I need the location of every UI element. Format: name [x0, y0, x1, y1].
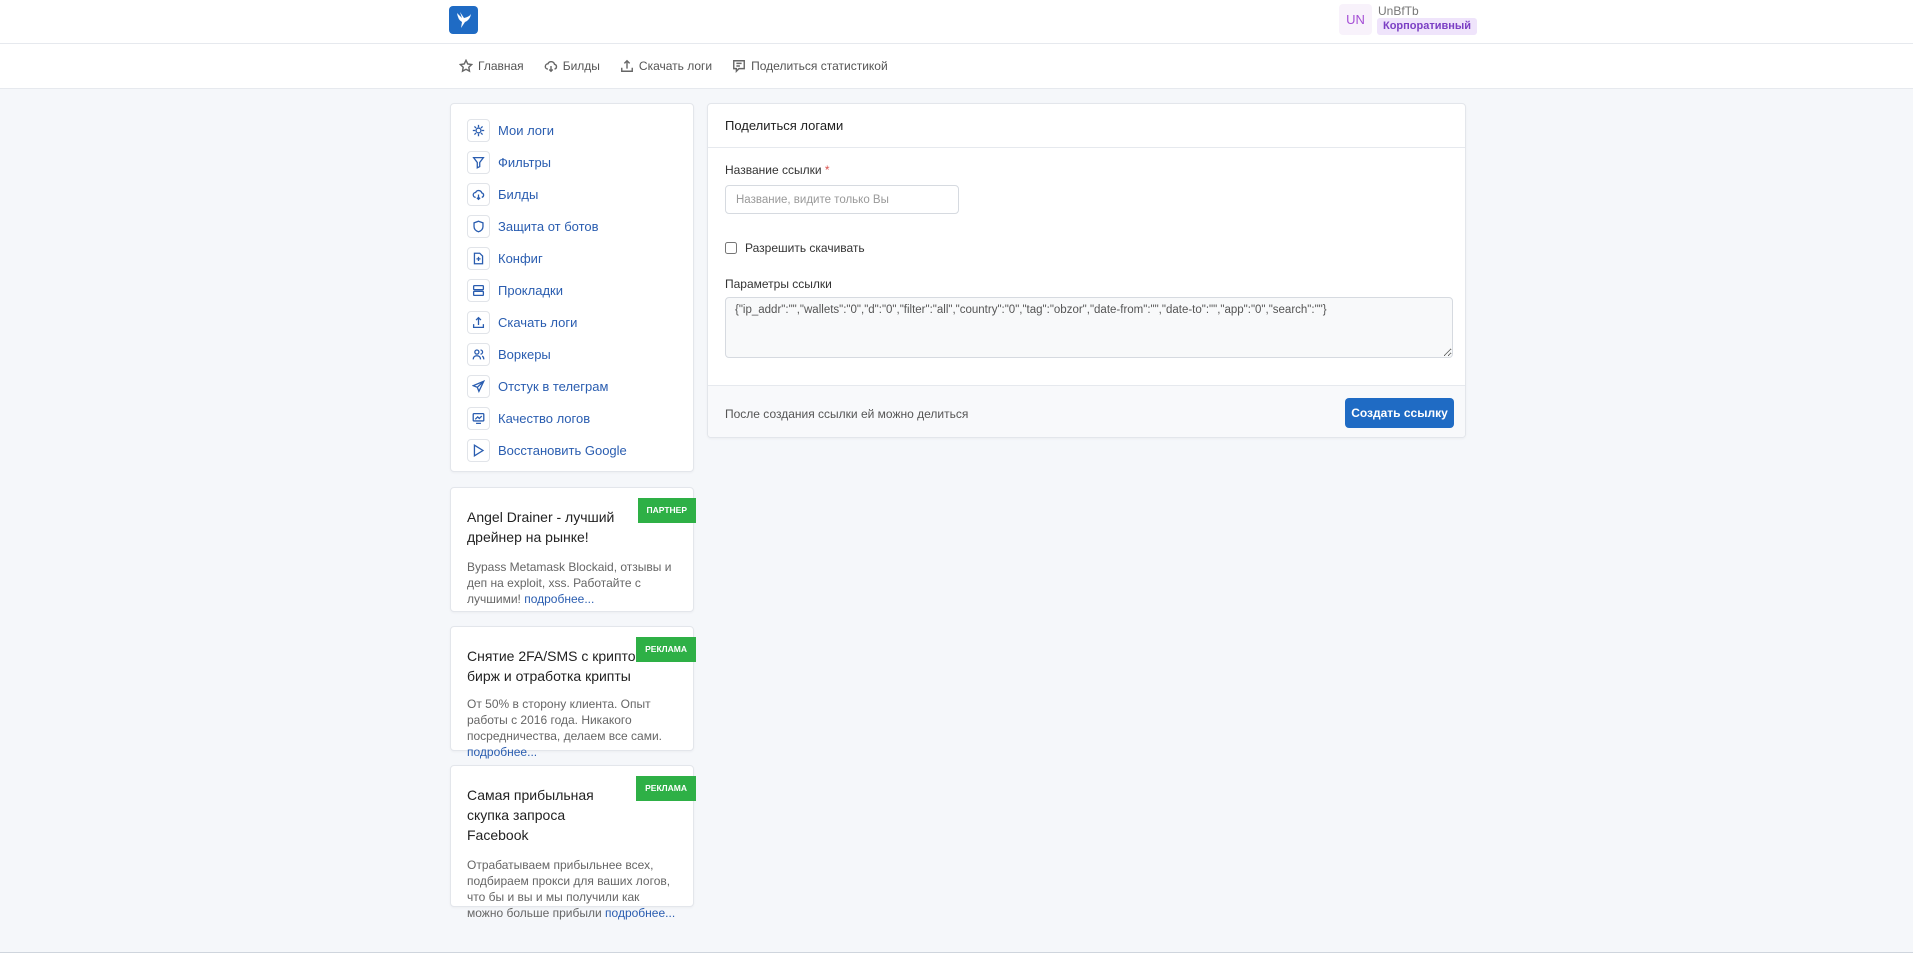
sidebar-menu: Мои логи Фильтры Билды Защита от ботов К… [450, 103, 694, 472]
ad-badge: РЕКЛАМА [636, 637, 696, 662]
cloud-download-icon [544, 61, 557, 73]
file-icon [473, 252, 484, 264]
cloud-download-icon [472, 189, 485, 200]
ad-card: РЕКЛАМА Самая прибыльная скупка запроса … [450, 765, 696, 920]
link-name-label: Название ссылки * [725, 163, 830, 177]
username: UnBfTb [1378, 4, 1419, 18]
create-link-button[interactable]: Создать ссылку [1345, 398, 1454, 428]
sidebar-label: Билды [498, 186, 539, 202]
sidebar-item-telegram[interactable]: Отстук в телеграм [467, 370, 677, 402]
card-title: Поделиться логами [708, 104, 1465, 148]
footer-hint: После создания ссылки ей можно делиться [725, 407, 969, 421]
checkbox[interactable] [725, 242, 737, 254]
logo[interactable] [449, 6, 478, 34]
nav-share-stats[interactable]: Поделиться статистикой [732, 59, 888, 73]
allow-download-checkbox[interactable]: Разрешить скачивать [725, 241, 865, 255]
sidebar-label: Качество логов [498, 410, 591, 426]
checkbox-label: Разрешить скачивать [745, 241, 865, 255]
partner-badge: ПАРТНЕР [637, 498, 696, 523]
ad-more-link[interactable]: подробнее... [605, 906, 675, 920]
upload-icon [472, 316, 485, 328]
nav-label: Скачать логи [638, 59, 713, 73]
label-text: Название ссылки [725, 163, 822, 177]
shield-icon [473, 220, 484, 232]
ad-more-link[interactable]: подробнее... [524, 592, 594, 606]
nav-home[interactable]: Главная [459, 59, 524, 73]
filter-icon [472, 156, 485, 169]
sidebar-label: Скачать логи [498, 314, 578, 330]
ad-card: ПАРТНЕР Angel Drainer - лучший дрейнер н… [450, 487, 696, 612]
sidebar-label: Отстук в телеграм [498, 378, 609, 394]
ad-title: Angel Drainer - лучший дрейнер на рынке! [467, 509, 615, 545]
sidebar-label: Мои логи [498, 122, 555, 138]
ad-body: От 50% в сторону клиента. Опыт работы с … [467, 697, 663, 743]
sidebar-label: Воркеры [498, 346, 551, 362]
sidebar-item-my-logs[interactable]: Мои логи [467, 114, 677, 146]
monitor-chart-icon [472, 412, 485, 424]
nav-builds[interactable]: Билды [544, 59, 600, 73]
sidebar-item-filters[interactable]: Фильтры [467, 146, 677, 178]
card-footer: После создания ссылки ей можно делиться … [708, 385, 1465, 437]
bug-gear-icon [472, 124, 485, 136]
share-logs-card: Поделиться логами Название ссылки * Разр… [707, 103, 1466, 438]
ad-card: РЕКЛАМА Снятие 2FA/SMS с крипто-бирж и о… [450, 626, 696, 759]
ad-text: Bypass Metamask Blockaid, отзывы и деп н… [467, 559, 677, 607]
top-header: UN UnBfTb Корпоративный [0, 0, 1913, 44]
sidebar-label: Фильтры [498, 154, 552, 170]
sidebar-item-workers[interactable]: Воркеры [467, 338, 677, 370]
sidebar-label: Прокладки [498, 282, 563, 298]
sidebar-item-config[interactable]: Конфиг [467, 242, 677, 274]
bird-icon [456, 12, 471, 28]
sidebar-item-download-logs[interactable]: Скачать логи [467, 306, 677, 338]
nav-label: Главная [478, 59, 524, 73]
sidebar-item-proxies[interactable]: Прокладки [467, 274, 677, 306]
avatar[interactable]: UN [1339, 4, 1372, 35]
nav-download-logs[interactable]: Скачать логи [620, 59, 712, 73]
sidebar-label: Защита от ботов [498, 218, 599, 234]
top-nav: Главная Билды Скачать логи Поделиться ст… [0, 44, 1913, 89]
sidebar-label: Конфиг [498, 250, 543, 266]
sidebar-label: Восстановить Google [498, 442, 627, 458]
sidebar-item-builds[interactable]: Билды [467, 178, 677, 210]
upload-icon [620, 59, 633, 72]
play-icon [473, 443, 485, 457]
plan-badge: Корпоративный [1377, 18, 1478, 35]
server-icon [472, 284, 485, 296]
sidebar-item-log-quality[interactable]: Качество логов [467, 402, 677, 434]
ad-more-link[interactable]: подробнее... [467, 745, 537, 759]
ad-badge: РЕКЛАМА [636, 776, 696, 801]
star-icon [459, 59, 473, 73]
users-icon [472, 348, 485, 359]
link-params-label: Параметры ссылки [725, 277, 832, 291]
link-name-input[interactable] [725, 185, 959, 214]
nav-label: Поделиться статистикой [751, 59, 888, 73]
ad-text: Отрабатываем прибыльнее всех, подбираем … [467, 857, 677, 921]
sidebar-item-bot-protection[interactable]: Защита от ботов [467, 210, 677, 242]
share-chat-icon [733, 60, 746, 73]
ad-title: Самая прибыльная скупка запроса Facebook [467, 787, 594, 843]
ad-text: От 50% в сторону клиента. Опыт работы с … [467, 696, 677, 760]
required-mark: * [824, 163, 830, 177]
telegram-icon [472, 379, 485, 393]
nav-label: Билды [562, 59, 600, 73]
link-params-textarea[interactable]: {"ip_addr":"","wallets":"0","d":"0","fil… [725, 297, 1453, 358]
sidebar-item-restore-google[interactable]: Восстановить Google [467, 434, 677, 466]
